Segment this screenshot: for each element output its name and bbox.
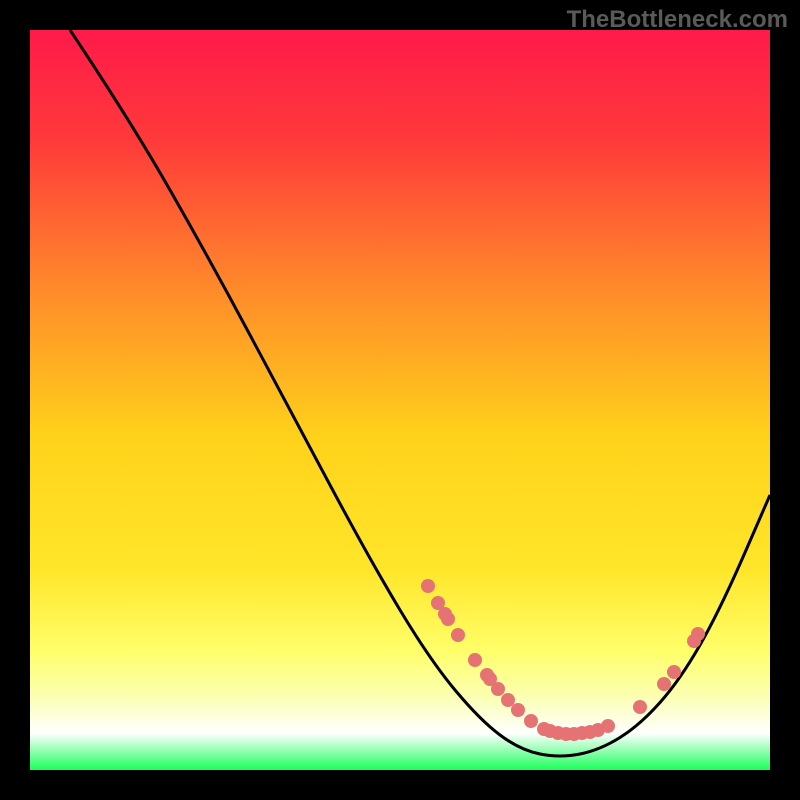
data-marker bbox=[524, 714, 538, 728]
chart-svg bbox=[30, 30, 770, 770]
data-marker bbox=[601, 719, 615, 733]
data-marker bbox=[501, 693, 515, 707]
plot-area bbox=[30, 30, 770, 770]
data-marker bbox=[657, 677, 671, 691]
data-marker bbox=[667, 665, 681, 679]
data-marker bbox=[421, 579, 435, 593]
data-marker bbox=[691, 627, 705, 641]
watermark-text: TheBottleneck.com bbox=[567, 6, 788, 34]
data-marker bbox=[441, 612, 455, 626]
data-marker bbox=[511, 703, 525, 717]
data-marker bbox=[633, 700, 647, 714]
data-marker bbox=[468, 653, 482, 667]
data-marker bbox=[451, 628, 465, 642]
data-marker bbox=[491, 682, 505, 696]
